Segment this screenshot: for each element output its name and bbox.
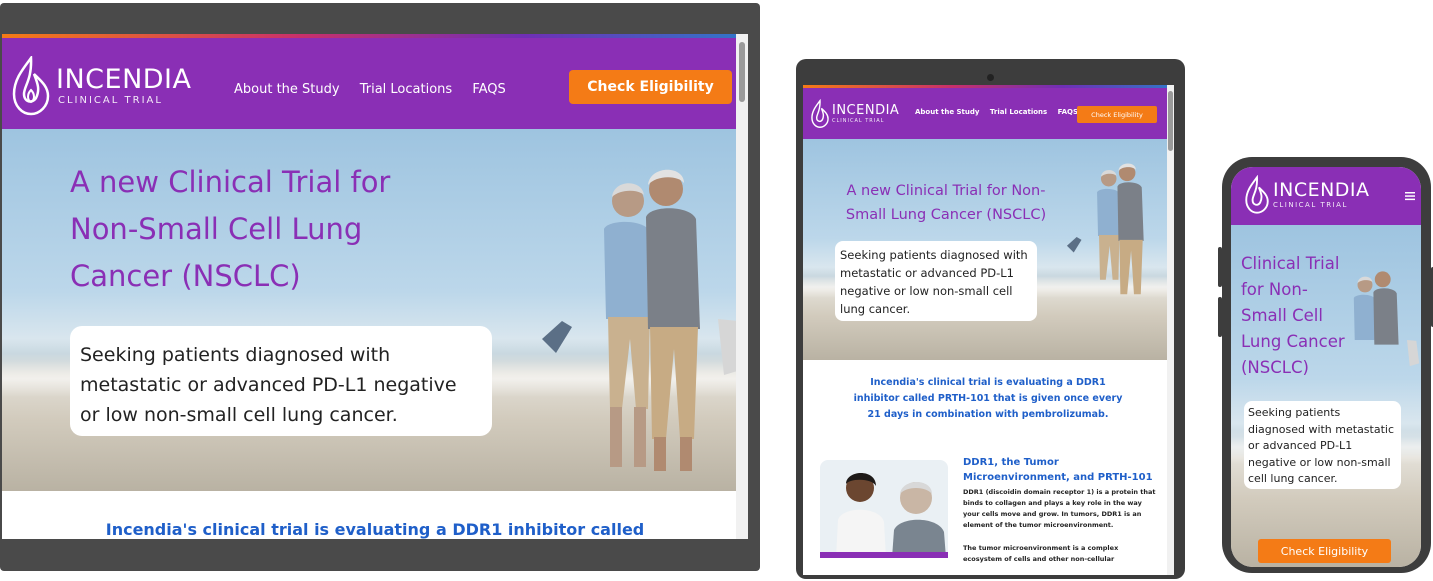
hero-image: A new Clinical Trial for Non-Small Cell … — [2, 129, 748, 491]
check-eligibility-button[interactable]: Check Eligibility — [1258, 539, 1391, 563]
site-header: INCENDIA CLINICAL TRIAL About the Study … — [2, 38, 748, 129]
hero-description-card: Seeking patients diagnosed with metastat… — [70, 326, 492, 436]
phone-side-button — [1218, 297, 1222, 337]
hero-image: A new Clinical Trial for Non-Small Lung … — [803, 139, 1167, 360]
desktop-device-frame: INCENDIA CLINICAL TRIAL About the Study … — [0, 3, 760, 571]
section-paragraph-2: The tumor microenvironment is a complex … — [963, 544, 1119, 563]
nav-about-the-study[interactable]: About the Study — [234, 82, 340, 97]
hero-description-card: Seeking patients diagnosed with metastat… — [1244, 401, 1401, 489]
camera-dot — [987, 74, 994, 81]
tablet-header: INCENDIA CLINICAL TRIAL About the Study … — [803, 88, 1167, 139]
tablet-device-frame: INCENDIA CLINICAL TRIAL About the Study … — [796, 59, 1185, 579]
hero-title: A new Clinical Trial for Non-Small Lung … — [845, 183, 1047, 223]
couple-photo-illustration — [1353, 271, 1420, 367]
scrollbar-thumb[interactable] — [739, 42, 745, 102]
section-title: DDR1, the Tumor Microenvironment, and PR… — [963, 457, 1153, 483]
site-logo[interactable]: INCENDIA CLINICAL TRIAL — [12, 56, 192, 116]
flame-logo-icon — [811, 99, 829, 128]
trial-intro-text: Incendia's clinical trial is evaluating … — [105, 520, 645, 539]
phone-screen: INCENDIA CLINICAL TRIAL Clinical Trial f… — [1231, 167, 1421, 567]
menu-icon[interactable] — [1405, 191, 1415, 201]
brand-subtitle: CLINICAL TRIAL — [832, 118, 885, 124]
hero-image: Clinical Trial for Non-Small Cell Lung C… — [1231, 225, 1421, 567]
scrollbar[interactable] — [1167, 85, 1174, 575]
doctor-patient-photo — [820, 460, 948, 558]
check-eligibility-button[interactable]: Check Eligibility — [569, 70, 732, 104]
scrollbar[interactable] — [736, 34, 748, 539]
desktop-screen: INCENDIA CLINICAL TRIAL About the Study … — [2, 34, 748, 539]
main-nav: About the Study Trial Locations FAQS — [915, 108, 1078, 116]
brand-subtitle: CLINICAL TRIAL — [1273, 201, 1348, 209]
couple-photo-illustration — [542, 169, 744, 471]
scrollbar-thumb[interactable] — [1168, 91, 1173, 151]
main-nav: About the Study Trial Locations FAQS — [234, 82, 506, 97]
nav-faqs[interactable]: FAQS — [472, 82, 505, 97]
nav-trial-locations[interactable]: Trial Locations — [360, 82, 452, 97]
trial-intro-text: Incendia's clinical trial is evaluating … — [853, 377, 1123, 420]
brand-subtitle: CLINICAL TRIAL — [58, 95, 163, 106]
brand-name: INCENDIA — [56, 64, 192, 95]
phone-device-frame: INCENDIA CLINICAL TRIAL Clinical Trial f… — [1218, 157, 1433, 573]
brand-name: INCENDIA — [1273, 179, 1370, 201]
site-logo[interactable]: INCENDIA CLINICAL TRIAL — [811, 99, 899, 129]
section-paragraph-1: DDR1 (discoidin domain receptor 1) is a … — [963, 488, 1156, 529]
hero-title: A new Clinical Trial for Non-Small Cell … — [70, 165, 391, 293]
site-logo[interactable]: INCENDIA CLINICAL TRIAL — [1245, 175, 1370, 215]
flame-logo-icon — [1245, 175, 1269, 214]
tablet-screen: INCENDIA CLINICAL TRIAL About the Study … — [803, 85, 1174, 575]
brand-name: INCENDIA — [832, 103, 900, 118]
nav-about-the-study[interactable]: About the Study — [915, 108, 979, 116]
hero-title: Clinical Trial for Non-Small Cell Lung C… — [1241, 254, 1345, 377]
phone-header: INCENDIA CLINICAL TRIAL — [1231, 167, 1421, 225]
nav-faqs[interactable]: FAQS — [1058, 108, 1078, 116]
couple-photo-illustration — [1066, 163, 1144, 295]
phone-side-button — [1218, 247, 1222, 287]
nav-trial-locations[interactable]: Trial Locations — [990, 108, 1047, 116]
hero-description-card: Seeking patients diagnosed with metastat… — [835, 241, 1037, 321]
flame-logo-icon — [12, 56, 50, 116]
check-eligibility-button[interactable]: Check Eligibility — [1077, 106, 1157, 123]
